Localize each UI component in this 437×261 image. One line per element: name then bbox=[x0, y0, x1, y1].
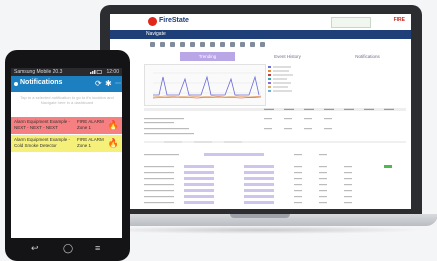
notification-item[interactable]: Alarm Equipment Example - Cold Smoke Det… bbox=[11, 135, 122, 152]
tool-icon[interactable] bbox=[190, 42, 195, 47]
page-title: Notifications bbox=[20, 79, 63, 86]
laptop-notch bbox=[230, 214, 290, 218]
status-bar: Samsung Mobile 20.3 12:00 bbox=[11, 68, 122, 76]
trend-chart bbox=[144, 64, 266, 106]
dashboard-tabs: Trending Event History Notifications bbox=[170, 52, 405, 61]
tool-icon[interactable] bbox=[250, 42, 255, 47]
home-icon[interactable]: ◯ bbox=[63, 243, 73, 253]
toolbar bbox=[150, 42, 300, 49]
more-icon[interactable]: ⋯ bbox=[115, 80, 121, 88]
dashboard-header: FireState FIRE bbox=[110, 14, 411, 31]
dashboard-nav: Navigate bbox=[110, 30, 411, 39]
signal-battery-icon bbox=[90, 70, 102, 74]
fire-icon: 🔥 bbox=[107, 120, 119, 130]
phone-screen: Samsung Mobile 20.3 12:00 Notifications … bbox=[11, 68, 122, 238]
tool-icon[interactable] bbox=[240, 42, 245, 47]
clock: 12:00 bbox=[106, 69, 119, 75]
chart-legend bbox=[268, 64, 340, 104]
tool-icon[interactable] bbox=[260, 42, 265, 47]
legend-svg bbox=[268, 66, 293, 92]
readings-table bbox=[144, 108, 406, 208]
app-bar: Notifications ⟳ ✱ ⋯ bbox=[11, 76, 122, 92]
back-icon[interactable]: ↩ bbox=[31, 243, 39, 253]
tool-icon[interactable] bbox=[200, 42, 205, 47]
app-logo-icon bbox=[14, 82, 18, 86]
tool-icon[interactable] bbox=[220, 42, 225, 47]
notification-title: Alarm Equipment Example - NEXT - NEXT - … bbox=[14, 119, 71, 130]
tab-trending[interactable]: Trending bbox=[180, 52, 235, 61]
readings-table-svg bbox=[144, 108, 406, 204]
fire-icon: 🔥 bbox=[107, 138, 119, 148]
tool-icon[interactable] bbox=[160, 42, 165, 47]
carrier-label: Samsung Mobile 20.3 bbox=[14, 69, 63, 75]
tool-icon[interactable] bbox=[210, 42, 215, 47]
trend-chart-svg bbox=[152, 72, 262, 99]
notification-alarm: FIRE ALARM Zone 1 bbox=[77, 119, 104, 130]
tool-icon[interactable] bbox=[170, 42, 175, 47]
notification-item[interactable]: Alarm Equipment Example - NEXT - NEXT - … bbox=[11, 117, 122, 134]
tab-notifications[interactable]: Notifications bbox=[340, 52, 395, 61]
phone-nav-bar: ↩ ◯ ≡ bbox=[11, 240, 122, 257]
tool-icon[interactable] bbox=[150, 42, 155, 47]
notification-title: Alarm Equipment Example - Cold Smoke Det… bbox=[14, 137, 71, 148]
status-box bbox=[331, 17, 371, 28]
gear-icon[interactable]: ✱ bbox=[105, 80, 112, 88]
laptop-shadow bbox=[95, 226, 425, 234]
firestate-logo-icon bbox=[148, 17, 157, 26]
brand-logo: FIRE bbox=[393, 17, 405, 23]
tool-icon[interactable] bbox=[180, 42, 185, 47]
app-logo: FireState bbox=[159, 17, 189, 24]
notification-alarm: FIRE ALARM Zone 1 bbox=[77, 137, 104, 148]
info-text: Tap to a selected notification to go to … bbox=[20, 95, 114, 105]
tab-event-history[interactable]: Event History bbox=[260, 52, 315, 61]
refresh-icon[interactable]: ⟳ bbox=[95, 80, 102, 88]
dashboard-screen: FireState FIRE Navigate Trending Event H… bbox=[110, 14, 411, 209]
tool-icon[interactable] bbox=[230, 42, 235, 47]
menu-icon[interactable]: ≡ bbox=[95, 243, 100, 253]
nav-item-navigate[interactable]: Navigate bbox=[146, 31, 166, 37]
